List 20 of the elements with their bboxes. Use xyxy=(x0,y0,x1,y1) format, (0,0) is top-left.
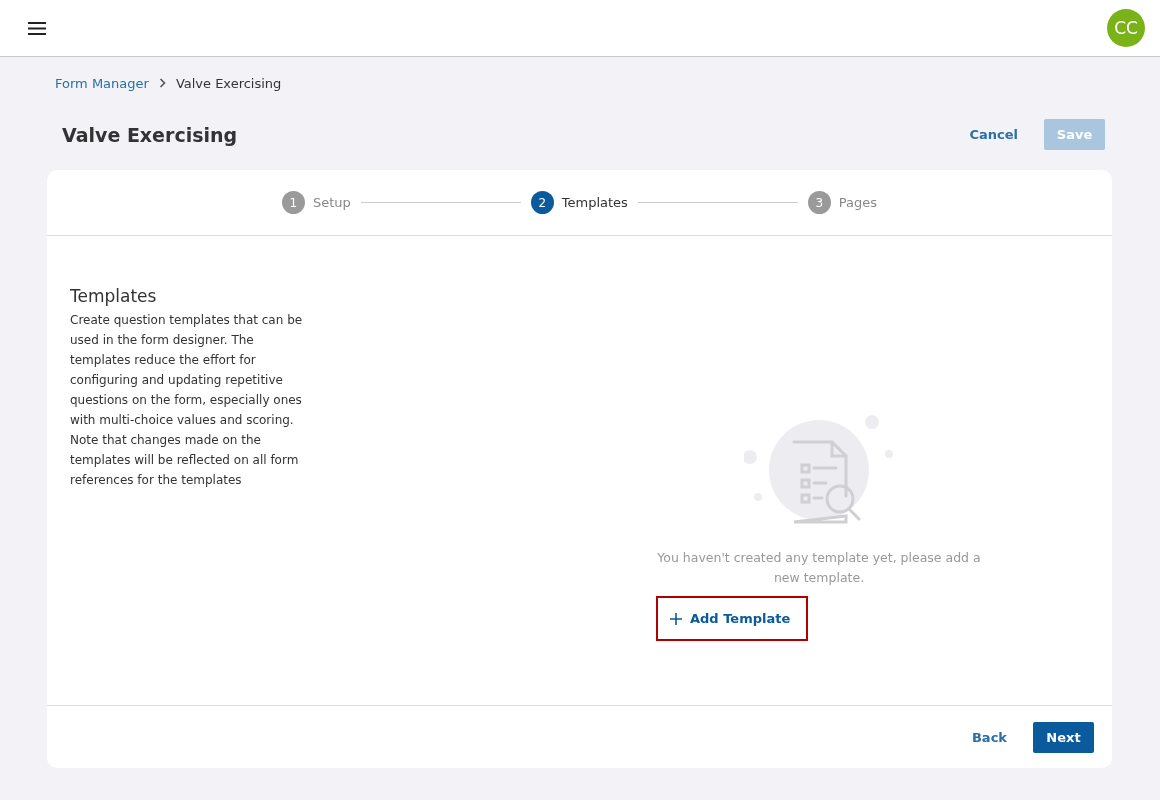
page-title: Valve Exercising xyxy=(62,123,238,146)
next-button[interactable]: Next xyxy=(1033,721,1094,753)
empty-state-message: You haven't created any template yet, please add a new template. xyxy=(656,549,982,587)
add-template-button[interactable]: Add Template xyxy=(656,596,809,641)
chevron-right-icon xyxy=(158,78,166,88)
section-title: Templates xyxy=(70,286,158,306)
current-page-label: Valve Exercising xyxy=(175,75,282,91)
wizard-step[interactable]: 3 Pages xyxy=(807,191,878,214)
back-button[interactable]: Back xyxy=(967,723,1011,751)
user-avatar[interactable]: CC xyxy=(1107,9,1145,47)
step-number: 1 xyxy=(281,191,305,214)
wizard-step[interactable]: 1 Setup xyxy=(281,191,351,214)
wizard-step[interactable]: 2 Templates xyxy=(530,191,628,214)
plus-icon xyxy=(670,612,682,625)
menu-icon[interactable] xyxy=(27,20,47,36)
step-number: 3 xyxy=(807,191,831,214)
cancel-button[interactable]: Cancel xyxy=(965,121,1022,148)
breadcrumb-link[interactable]: Form Manager xyxy=(55,75,149,91)
step-number: 2 xyxy=(530,191,554,214)
section-description: Create question templates that can be used in the form designer. The templates reduce the effort for configuring and updating repetitive questions on the form, especially ones with multi-choice values and scoring. Note that changes made on the templates will be reflected on all form references for the templates xyxy=(70,312,304,489)
